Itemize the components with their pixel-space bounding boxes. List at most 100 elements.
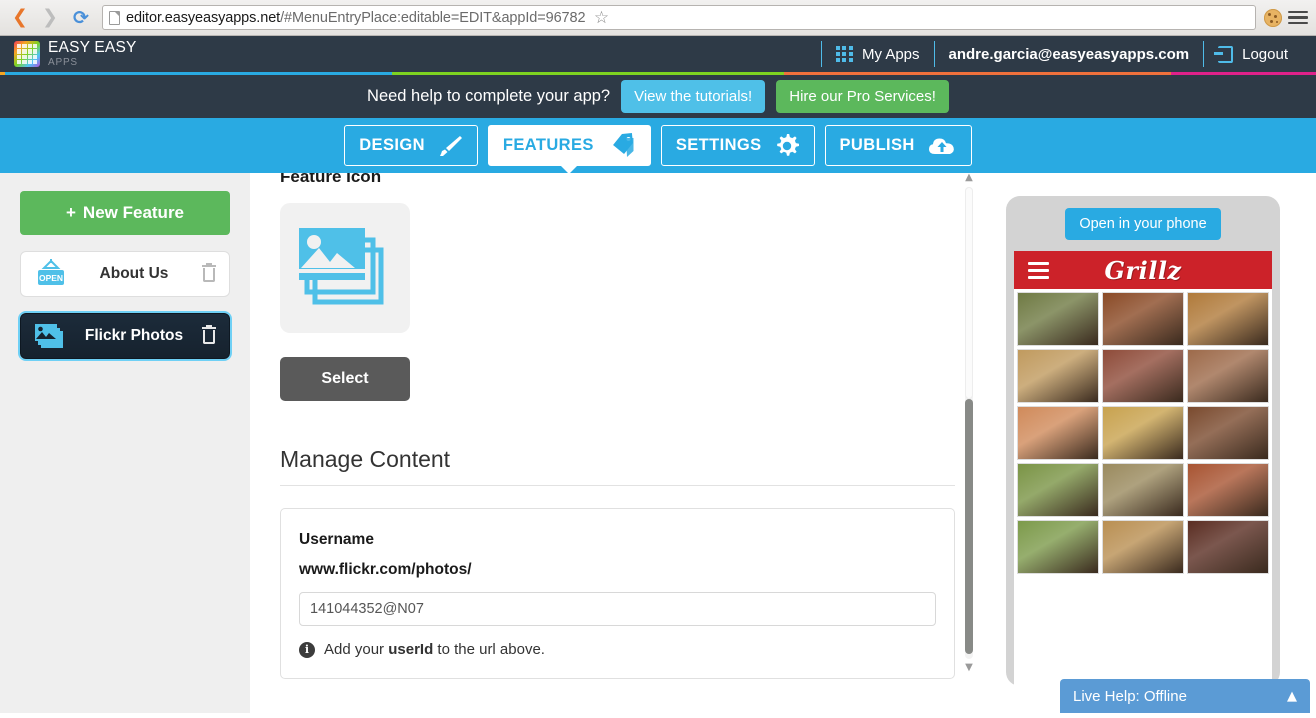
scrollbar-thumb-upper[interactable] <box>965 187 973 399</box>
hamburger-menu-icon[interactable] <box>1028 262 1049 279</box>
photo-thumbnail[interactable] <box>1187 406 1269 460</box>
live-help-bar[interactable]: Live Help: Offline ▲ <box>1060 679 1310 713</box>
photo-thumbnail[interactable] <box>1187 520 1269 574</box>
cookie-icon[interactable] <box>1264 9 1282 27</box>
logout-icon <box>1218 46 1233 63</box>
browser-toolbar: ❮ ❯ ⟳ editor.easyeasyapps.net/#MenuEntry… <box>0 0 1316 36</box>
phone-preview-panel: Open in your phone Grillz Live Help: Off… <box>1000 173 1316 713</box>
username-label: Username <box>299 531 936 549</box>
userid-input[interactable] <box>299 592 936 626</box>
photos-stack-icon <box>297 220 393 317</box>
url-text: editor.easyeasyapps.net/#MenuEntryPlace:… <box>126 10 585 26</box>
tab-settings-label: SETTINGS <box>676 136 762 155</box>
tab-publish[interactable]: PUBLISH <box>825 125 972 166</box>
url-domain: editor.easyeasyapps.net <box>126 10 280 26</box>
photo-thumbnail[interactable] <box>1102 520 1184 574</box>
photo-thumbnail[interactable] <box>1102 349 1184 403</box>
accent-segment <box>5 72 392 75</box>
gear-icon <box>774 133 800 159</box>
hint-after: to the url above. <box>433 641 545 658</box>
photo-thumbnail[interactable] <box>1017 520 1099 574</box>
scroll-down-arrow-icon[interactable]: ▼ <box>965 663 973 673</box>
hint-before: Add your <box>324 641 388 658</box>
scrollbar-track[interactable] <box>965 187 973 659</box>
star-icon[interactable]: ☆ <box>591 8 611 28</box>
trash-icon[interactable] <box>201 265 217 283</box>
forward-arrow-icon[interactable]: ❯ <box>38 6 62 30</box>
logout-label: Logout <box>1242 46 1288 63</box>
photo-thumbnail[interactable] <box>1017 463 1099 517</box>
header-accent-line <box>0 72 1316 75</box>
logout-link[interactable]: Logout <box>1204 41 1302 67</box>
photo-thumbnail[interactable] <box>1187 463 1269 517</box>
app-header: EASY EASY APPS My Apps andre.garcia@easy… <box>0 36 1316 72</box>
address-bar[interactable]: editor.easyeasyapps.net/#MenuEntryPlace:… <box>102 5 1256 30</box>
reload-icon[interactable]: ⟳ <box>68 6 94 30</box>
select-icon-button[interactable]: Select <box>280 357 410 401</box>
logo[interactable]: EASY EASY APPS <box>14 40 137 68</box>
photo-thumbnail[interactable] <box>1187 349 1269 403</box>
photo-thumbnail[interactable] <box>1102 292 1184 346</box>
accent-segment <box>1171 72 1316 75</box>
phone-frame: Open in your phone Grillz <box>1006 196 1280 686</box>
my-apps-link[interactable]: My Apps <box>822 41 934 67</box>
hint-bold: userId <box>388 641 433 658</box>
flickr-url-prefix: www.flickr.com/photos/ <box>299 561 936 579</box>
hire-pro-services-button[interactable]: Hire our Pro Services! <box>776 80 949 113</box>
logo-text: EASY EASY APPS <box>48 40 137 68</box>
tab-settings[interactable]: SETTINGS <box>661 125 815 166</box>
photo-thumbnail[interactable] <box>1017 406 1099 460</box>
tab-features[interactable]: FEATURES <box>488 125 651 166</box>
content-scrollbar[interactable]: ▲ ▼ <box>960 173 978 673</box>
new-feature-label: New Feature <box>83 203 184 223</box>
account-email[interactable]: andre.garcia@easyeasyapps.com <box>935 41 1204 67</box>
features-sidebar: + New Feature OPEN About Us <box>0 173 250 713</box>
photo-thumbnail[interactable] <box>1187 292 1269 346</box>
new-feature-button[interactable]: + New Feature <box>20 191 230 235</box>
page-document-icon <box>109 11 120 25</box>
view-tutorials-button[interactable]: View the tutorials! <box>621 80 765 113</box>
tab-design-label: DESIGN <box>359 136 425 155</box>
sidebar-item-about-us[interactable]: OPEN About Us <box>20 251 230 297</box>
help-bar: Need help to complete your app? View the… <box>0 75 1316 118</box>
url-path: /#MenuEntryPlace:editable=EDIT&appId=967… <box>280 10 585 26</box>
trash-icon[interactable] <box>201 327 217 345</box>
back-arrow-icon[interactable]: ❮ <box>8 6 32 30</box>
paintbrush-icon <box>437 134 463 158</box>
feature-icon-preview[interactable] <box>280 203 410 333</box>
photo-grid <box>1014 289 1272 577</box>
photo-thumbnail[interactable] <box>1102 463 1184 517</box>
sidebar-item-about-us-label: About Us <box>71 265 197 283</box>
plus-icon: + <box>66 203 76 223</box>
chevron-up-icon[interactable]: ▲ <box>1287 689 1297 704</box>
logo-line1: EASY EASY <box>48 40 137 56</box>
main-content: Feature Icon Select Manage Content <box>250 173 1000 713</box>
hamburger-menu-icon[interactable] <box>1288 11 1308 25</box>
section-divider <box>280 485 955 486</box>
scroll-up-arrow-icon[interactable]: ▲ <box>965 173 973 183</box>
open-in-your-phone-button[interactable]: Open in your phone <box>1065 208 1220 240</box>
userid-hint: i Add your userId to the url above. <box>299 641 936 658</box>
photo-thumbnail[interactable] <box>1017 292 1099 346</box>
open-sign-icon: OPEN <box>33 257 71 291</box>
app-topbar: Grillz <box>1014 251 1272 289</box>
photo-thumbnail[interactable] <box>1102 406 1184 460</box>
tab-publish-label: PUBLISH <box>840 136 915 155</box>
main-tab-strip: DESIGN FEATURES SETTINGS PUBLISH <box>0 118 1316 173</box>
hint-text: Add your userId to the url above. <box>324 641 545 658</box>
app-body: + New Feature OPEN About Us <box>0 173 1316 713</box>
grid-icon <box>836 46 853 62</box>
photo-thumbnail[interactable] <box>1017 349 1099 403</box>
scrollbar-thumb[interactable] <box>965 399 973 654</box>
main-inner: Feature Icon Select Manage Content <box>280 173 1000 679</box>
logo-line2: APPS <box>48 58 137 68</box>
my-apps-label: My Apps <box>862 46 920 63</box>
tab-design[interactable]: DESIGN <box>344 125 478 166</box>
cloud-upload-icon <box>927 135 957 157</box>
sidebar-item-flickr-photos[interactable]: Flickr Photos <box>20 313 230 359</box>
accent-segment <box>784 72 1171 75</box>
feature-icon-heading: Feature Icon <box>280 173 1000 187</box>
header-right: My Apps andre.garcia@easyeasyapps.com Lo… <box>821 36 1302 72</box>
live-help-label: Live Help: Offline <box>1073 688 1187 705</box>
tab-features-label: FEATURES <box>503 136 594 155</box>
